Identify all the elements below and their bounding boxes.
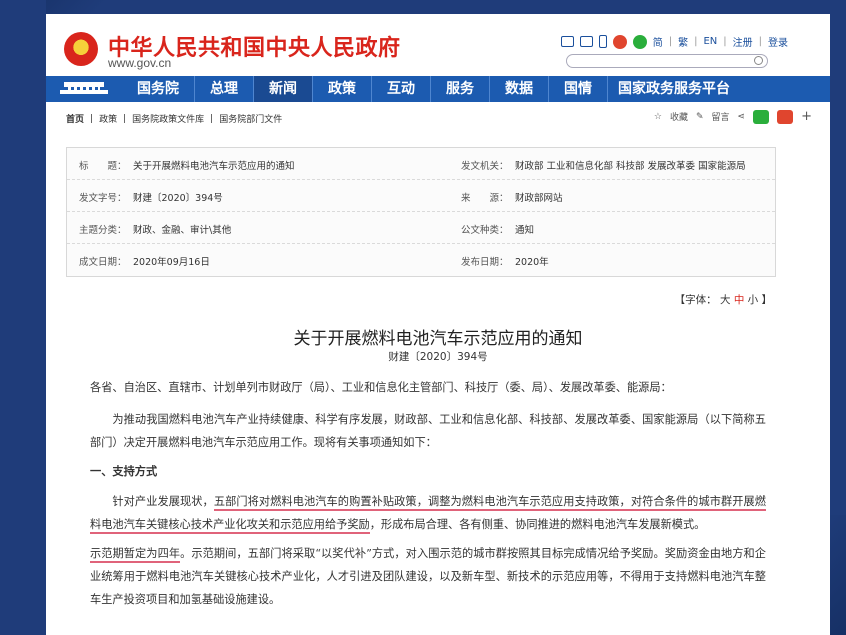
separator: | bbox=[694, 36, 698, 47]
nav-item-news[interactable]: 新闻 bbox=[254, 76, 312, 102]
breadcrumb-department-files[interactable]: 国务院部门文件 bbox=[219, 112, 282, 125]
topic-label: 主题分类： bbox=[79, 225, 127, 236]
nav-item-policy[interactable]: 政策 bbox=[313, 76, 371, 102]
link-simplified[interactable]: 简 bbox=[653, 34, 663, 49]
breadcrumb-policy-library[interactable]: 国务院政策文件库 bbox=[132, 112, 204, 125]
info-row: 成文日期： 2020年09月16日 发布日期： 2020年 bbox=[67, 244, 775, 276]
comment-icon[interactable]: ✎ bbox=[696, 112, 704, 122]
paragraph-demo-period: 示范期暂定为四年。示范期间，五部门将采取“以奖代补”方式，对入围示范的城市群按照… bbox=[90, 542, 766, 611]
document-info-table: 标 题： 关于开展燃料电池汽车示范应用的通知 发文机关： 财政部 工业和信息化部… bbox=[66, 147, 776, 277]
link-register[interactable]: 注册 bbox=[733, 34, 753, 49]
font-size-prefix: 【字体： bbox=[674, 294, 717, 306]
nav-item-data[interactable]: 数据 bbox=[490, 76, 548, 102]
nav-item-service-platform[interactable]: 国家政务服务平台 bbox=[608, 76, 740, 102]
source-value: 财政部网站 bbox=[515, 193, 563, 204]
nav-item-state-council[interactable]: 国务院 bbox=[122, 76, 194, 102]
frame-top bbox=[0, 0, 846, 14]
breadcrumb-separator: | bbox=[210, 113, 214, 124]
docno-label: 发文字号： bbox=[79, 193, 127, 204]
created-date-label: 成文日期： bbox=[79, 257, 127, 268]
title-label: 标 题： bbox=[79, 161, 127, 172]
window-icon[interactable] bbox=[579, 36, 593, 47]
paragraph-intro: 为推动我国燃料电池汽车产业持续健康、科学有序发展，财政部、工业和信息化部、科技部… bbox=[90, 413, 766, 449]
separator: | bbox=[758, 36, 762, 47]
breadcrumb-policy[interactable]: 政策 bbox=[99, 112, 117, 125]
paragraph-support-method: 针对产业发展现状，五部门将对燃料电池汽车的购置补贴政策，调整为燃料电池汽车示范应… bbox=[90, 490, 766, 536]
genre-value: 通知 bbox=[515, 225, 535, 236]
breadcrumb-separator: | bbox=[123, 113, 127, 124]
wechat-icon[interactable] bbox=[632, 34, 647, 49]
building-logo-icon[interactable] bbox=[46, 76, 122, 102]
text-segment: ，形成布局合理、各有侧重、协同推进的燃料电池汽车发展新模式。 bbox=[369, 518, 706, 531]
created-date-value: 2020年09月16日 bbox=[133, 257, 210, 268]
more-share-icon[interactable]: + bbox=[801, 109, 812, 124]
title-value: 关于开展燃料电池汽车示范应用的通知 bbox=[133, 161, 295, 172]
nav-item-services[interactable]: 服务 bbox=[431, 76, 489, 102]
weibo-share-icon[interactable] bbox=[777, 109, 794, 124]
info-row: 主题分类： 财政、金融、审计\其他 公文种类： 通知 bbox=[67, 212, 775, 244]
section-heading: 一、支持方式 bbox=[90, 464, 158, 478]
document-number: 财建〔2020〕394号 bbox=[388, 351, 488, 363]
wechat-share-icon[interactable] bbox=[753, 109, 770, 124]
share-icon[interactable]: ⋖ bbox=[738, 112, 746, 122]
page-actions: ☆ 收藏 ✎ 留言 ⋖ + bbox=[654, 109, 812, 124]
genre-label: 公文种类： bbox=[461, 225, 509, 236]
search-input[interactable] bbox=[566, 54, 768, 68]
site-header: 中华人民共和国中央人民政府 www.gov.cn 简 | 繁 | EN | 注册… bbox=[46, 14, 830, 76]
link-login[interactable]: 登录 bbox=[768, 34, 788, 49]
nav-item-national-info[interactable]: 国情 bbox=[549, 76, 607, 102]
top-links: 简 | 繁 | EN | 注册 | 登录 bbox=[560, 34, 788, 49]
published-date-value: 2020年 bbox=[515, 257, 549, 268]
breadcrumb: 首页 | 政策 | 国务院政策文件库 | 国务院部门文件 bbox=[66, 112, 282, 126]
site-domain: www.gov.cn bbox=[108, 56, 172, 70]
main-nav: 国务院 总理 新闻 政策 互动 服务 数据 国情 国家政务服务平台 bbox=[46, 76, 830, 102]
mail-icon[interactable] bbox=[560, 36, 574, 47]
favorite-link[interactable]: 收藏 bbox=[670, 110, 688, 123]
document-title: 关于开展燃料电池汽车示范应用的通知 bbox=[293, 329, 583, 349]
font-size-large[interactable]: 大 bbox=[720, 294, 731, 306]
web-page: 中华人民共和国中央人民政府 www.gov.cn 简 | 繁 | EN | 注册… bbox=[46, 14, 830, 635]
breadcrumb-home[interactable]: 首页 bbox=[66, 112, 84, 125]
font-size-small[interactable]: 小 bbox=[748, 294, 759, 306]
nav-item-interaction[interactable]: 互动 bbox=[372, 76, 430, 102]
text-segment: 。示范期间，五部门将采取“以奖代补”方式，对入围示范的城市群按照其目标完成情况给… bbox=[90, 547, 766, 606]
issuer-value: 财政部 工业和信息化部 科技部 发展改革委 国家能源局 bbox=[515, 161, 746, 172]
issuer-label: 发文机关： bbox=[461, 161, 509, 172]
comment-link[interactable]: 留言 bbox=[712, 110, 730, 123]
topic-value: 财政、金融、审计\其他 bbox=[133, 225, 232, 236]
published-date-label: 发布日期： bbox=[461, 257, 509, 268]
underlined-text: 示范期暂定为四年 bbox=[90, 547, 181, 563]
info-row: 标 题： 关于开展燃料电池汽车示范应用的通知 发文机关： 财政部 工业和信息化部… bbox=[67, 148, 775, 180]
separator: | bbox=[723, 36, 727, 47]
paragraph-addressees: 各省、自治区、直辖市、计划单列市财政厅（局）、工业和信息化主管部门、科技厅（委、… bbox=[90, 381, 672, 394]
font-size-switcher: 【字体： 大 中 小 】 bbox=[675, 292, 772, 307]
link-traditional[interactable]: 繁 bbox=[678, 34, 688, 49]
link-english[interactable]: EN bbox=[703, 36, 717, 47]
weibo-icon[interactable] bbox=[612, 34, 627, 49]
docno-value: 财建〔2020〕394号 bbox=[133, 193, 223, 204]
mobile-icon[interactable] bbox=[598, 35, 607, 48]
frame-left bbox=[0, 0, 46, 635]
nav-item-premier[interactable]: 总理 bbox=[195, 76, 253, 102]
source-label: 来 源： bbox=[461, 193, 509, 204]
separator: | bbox=[668, 36, 673, 47]
text-segment: 针对产业发展现状， bbox=[112, 495, 214, 508]
star-icon[interactable]: ☆ bbox=[654, 112, 662, 122]
font-size-suffix: 】 bbox=[761, 294, 773, 306]
search-icon[interactable] bbox=[754, 56, 763, 65]
info-row: 发文字号： 财建〔2020〕394号 来 源： 财政部网站 bbox=[67, 180, 775, 212]
breadcrumb-separator: | bbox=[90, 113, 94, 124]
national-emblem-icon[interactable] bbox=[64, 32, 98, 66]
font-size-medium[interactable]: 中 bbox=[734, 294, 745, 306]
